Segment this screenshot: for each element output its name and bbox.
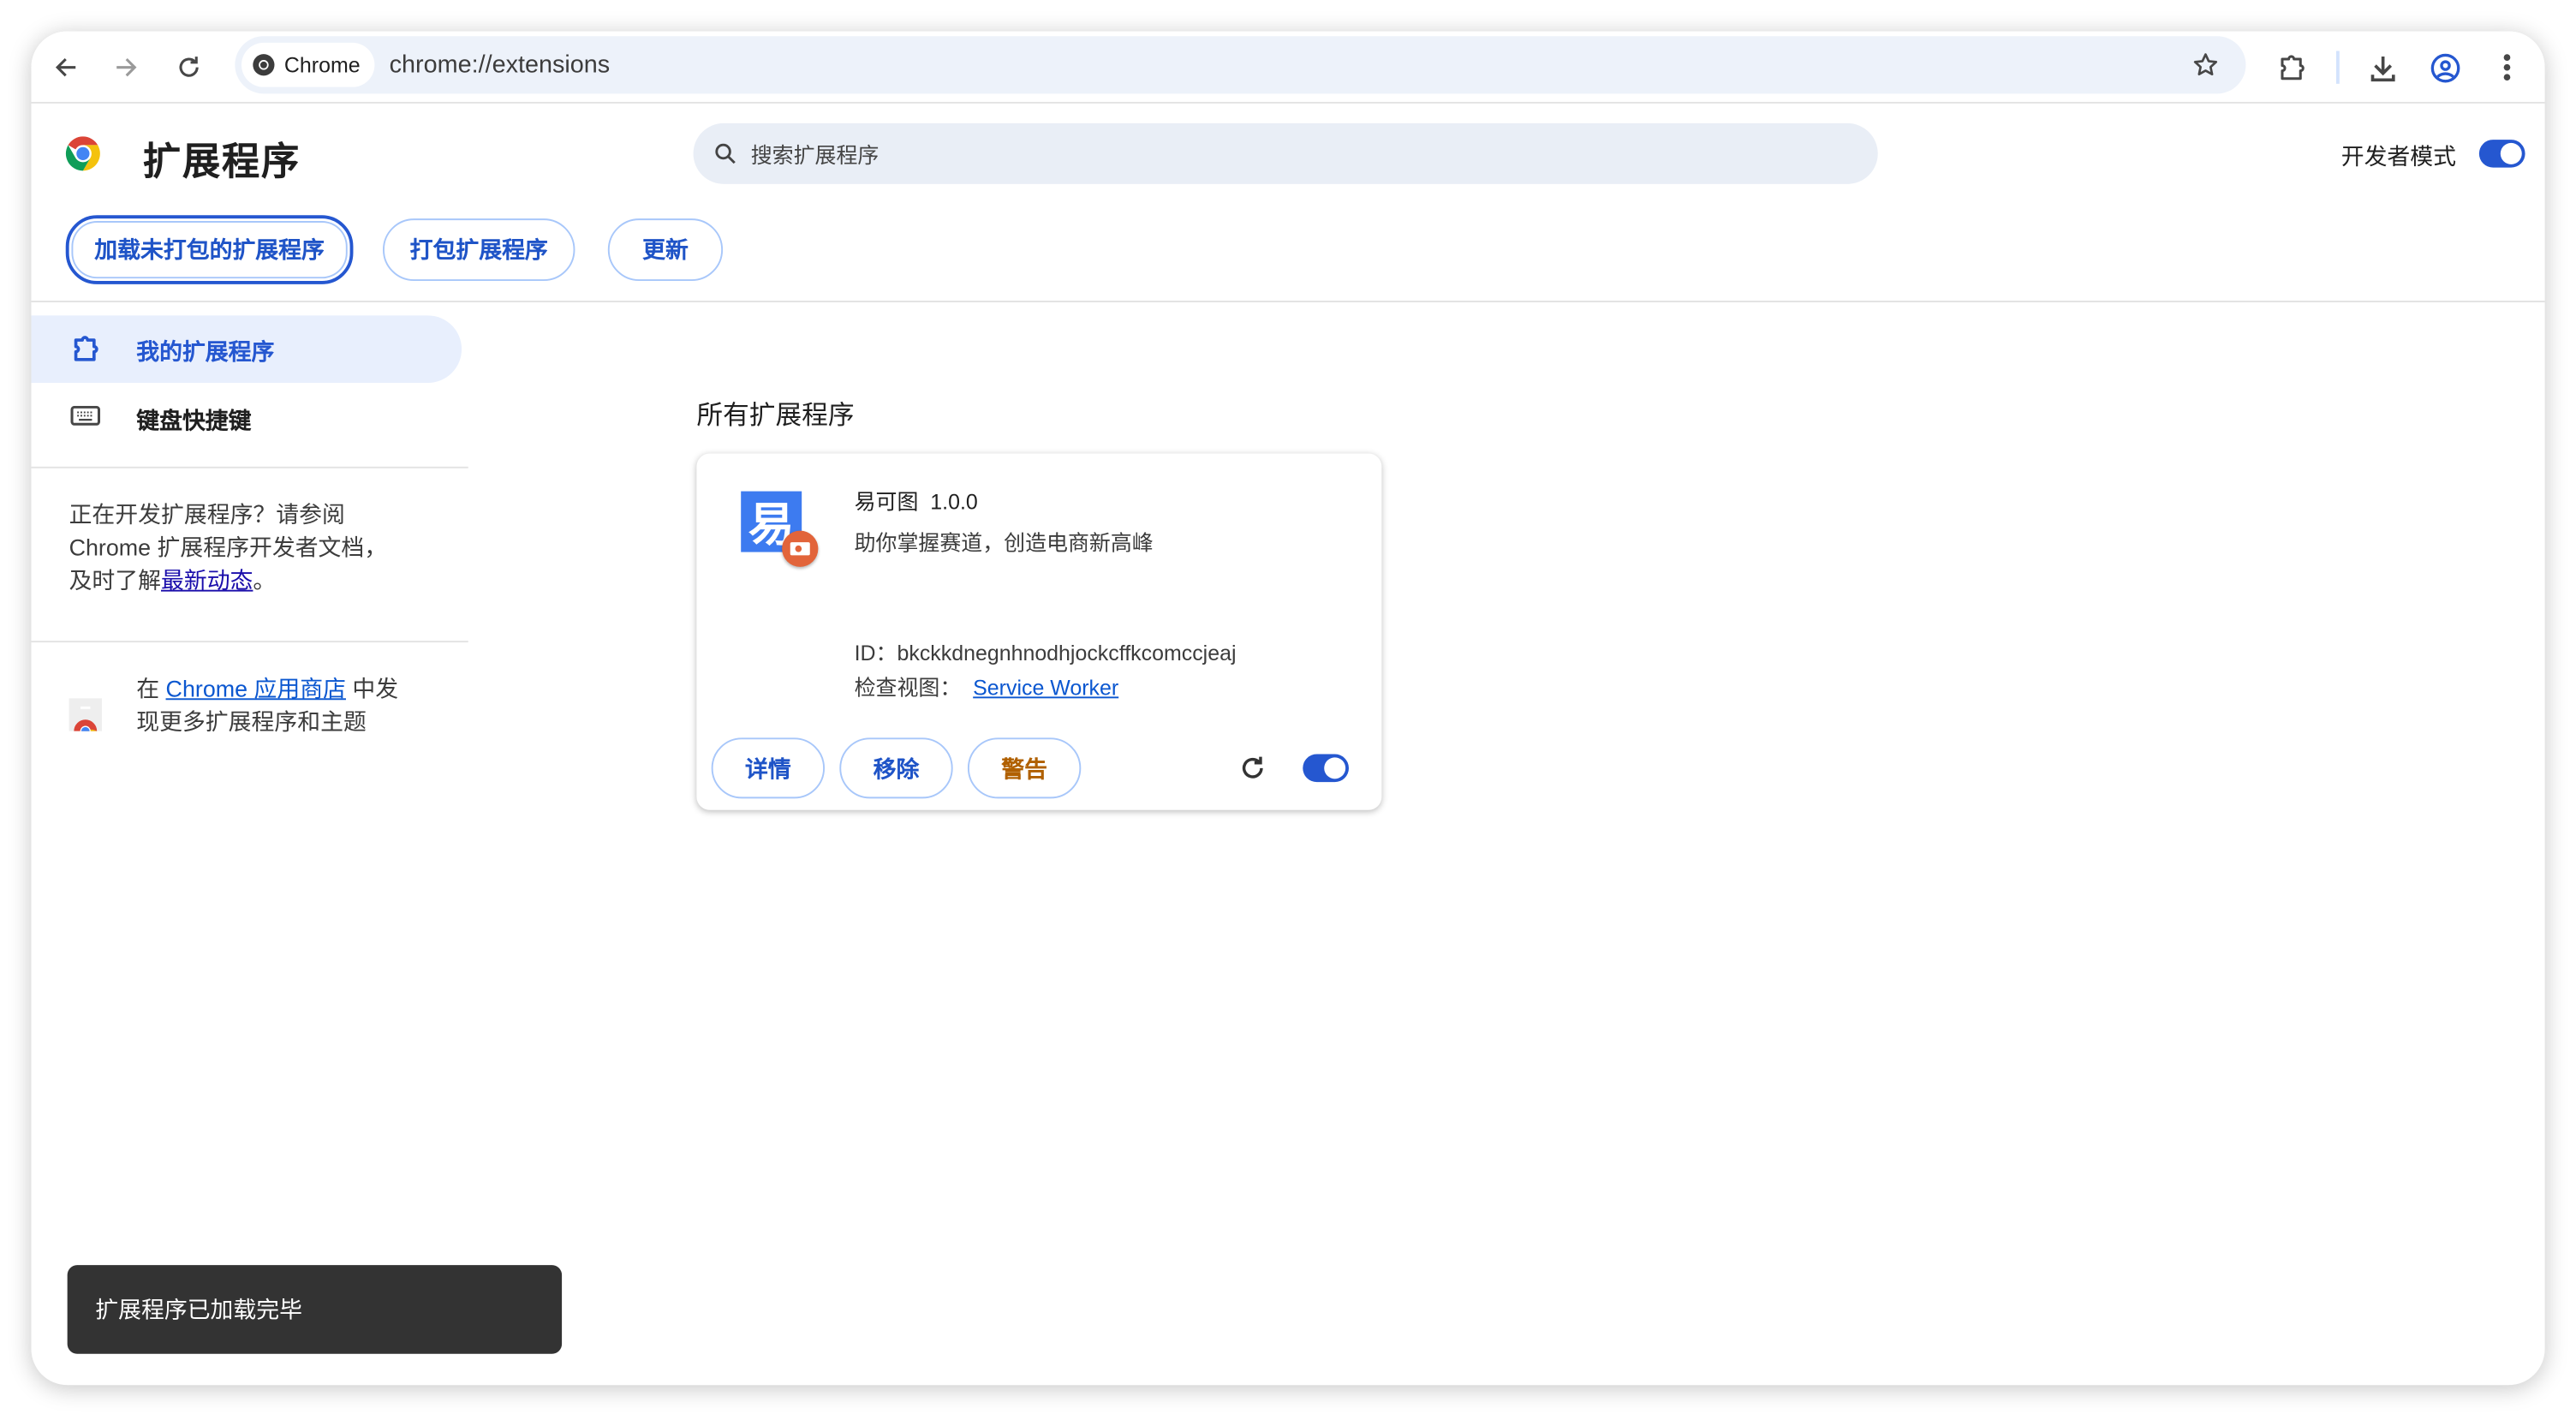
remove-button[interactable]: 移除 (839, 737, 953, 799)
toolbar-divider (2335, 51, 2340, 84)
web-store-icon (69, 698, 102, 737)
profile-icon (2430, 52, 2460, 82)
menu-button[interactable] (2489, 50, 2525, 86)
unpacked-badge-icon (782, 530, 819, 567)
download-icon (2370, 55, 2394, 81)
reload-button[interactable] (171, 50, 207, 86)
store-text: 现更多扩展程序和主题 (136, 707, 367, 735)
screen: Chrome chrome://extensions 扩展程序 搜索扩展程序 开… (0, 0, 2576, 1420)
address-bar[interactable]: Chrome chrome://extensions (235, 36, 2246, 94)
sidebar-item-label: 我的扩展程序 (136, 338, 275, 365)
bookmark-button[interactable] (2186, 46, 2222, 82)
update-button[interactable]: 更新 (607, 218, 724, 282)
web-store-link[interactable]: Chrome 应用商店 (166, 675, 346, 701)
arrow-right-icon (116, 57, 137, 77)
web-store-text: 在 Chrome 应用商店 中发 现更多扩展程序和主题 (136, 672, 465, 738)
pack-extension-button[interactable]: 打包扩展程序 (382, 218, 575, 282)
extension-id: bkckkdnegnhnodhjockcffkcomccjeaj (897, 641, 1237, 665)
dev-text-line: Chrome 扩展程序开发者文档， (69, 534, 388, 561)
search-input[interactable]: 搜索扩展程序 (693, 122, 1878, 184)
dev-mode-toggle[interactable] (2478, 140, 2525, 168)
search-placeholder: 搜索扩展程序 (750, 142, 880, 168)
site-chip-label: Chrome (283, 52, 361, 78)
profile-button[interactable] (2426, 50, 2462, 86)
reload-icon (1242, 756, 1263, 779)
details-button[interactable]: 详情 (711, 737, 826, 799)
dev-docs-text: 正在开发扩展程序？请参阅 Chrome 扩展程序开发者文档， 及时了解最新动态。 (69, 498, 463, 596)
reload-extension-button[interactable] (1238, 755, 1267, 791)
browser-toolbar: Chrome chrome://extensions (31, 31, 2545, 104)
dev-text-line: 及时了解 (69, 566, 162, 594)
store-text: 中发 (345, 675, 399, 702)
extension-enable-toggle[interactable] (1303, 754, 1350, 783)
browser-window: Chrome chrome://extensions 扩展程序 搜索扩展程序 开… (31, 31, 2545, 1386)
service-worker-link[interactable]: Service Worker (973, 675, 1118, 700)
puzzle-icon (2280, 54, 2304, 80)
latest-news-link[interactable]: 最新动态 (161, 567, 253, 594)
sidebar-divider (31, 641, 468, 643)
id-label: ID： (854, 641, 897, 665)
more-vert-icon (2503, 54, 2511, 81)
extension-id-row: ID：bkckkdnegnhnodhjockcffkcomccjeaj (855, 635, 1237, 666)
header-divider (31, 301, 2545, 302)
extension-card: 易 易可图 1.0.0 助你掌握赛道，创造电商新高峰 ID：bkckkdnegn… (696, 453, 1382, 810)
search-icon (715, 143, 736, 164)
forward-button[interactable] (109, 50, 145, 86)
page-title: 扩展程序 (142, 140, 301, 182)
extensions-button[interactable] (2274, 50, 2310, 86)
web-store-logo-icon (74, 706, 98, 737)
dev-mode-label: 开发者模式 (2340, 142, 2457, 170)
downloads-button[interactable] (2364, 50, 2400, 86)
site-chip[interactable]: Chrome (242, 42, 375, 87)
sidebar-item-keyboard-shortcuts[interactable]: 键盘快捷键 (31, 385, 462, 450)
store-text: 在 (136, 675, 166, 702)
load-unpacked-button[interactable]: 加载未打包的扩展程序 (65, 215, 354, 284)
inspect-label: 检查视图： (854, 675, 962, 701)
sidebar-item-label: 键盘快捷键 (136, 407, 252, 434)
dev-text-line: 正在开发扩展程序？请参阅 (69, 501, 345, 528)
star-icon (2192, 52, 2217, 75)
section-title: 所有扩展程序 (696, 403, 855, 431)
chrome-logo (63, 133, 104, 182)
inspect-views-row: 检查视图： Service Worker (855, 671, 1119, 701)
keyboard-icon (70, 405, 101, 426)
sidebar-divider (31, 466, 468, 468)
warning-button[interactable]: 警告 (967, 737, 1082, 799)
extension-title: 易可图 1.0.0 (855, 485, 978, 516)
arrow-left-icon (55, 57, 76, 77)
url-text[interactable]: chrome://extensions (390, 51, 611, 79)
chrome-logo-icon (253, 54, 275, 76)
dev-text-end: 。 (253, 566, 277, 594)
extension-name: 易可图 (854, 489, 919, 515)
reload-icon (179, 57, 199, 77)
back-button[interactable] (48, 50, 84, 86)
extension-version: 1.0.0 (930, 489, 978, 515)
puzzle-icon (74, 336, 98, 361)
toast: 扩展程序已加载完毕 (67, 1265, 563, 1354)
chrome-color-logo-icon (65, 136, 100, 171)
sidebar-item-my-extensions[interactable]: 我的扩展程序 (31, 315, 462, 383)
extension-description: 助你掌握赛道，创造电商新高峰 (854, 530, 1154, 556)
